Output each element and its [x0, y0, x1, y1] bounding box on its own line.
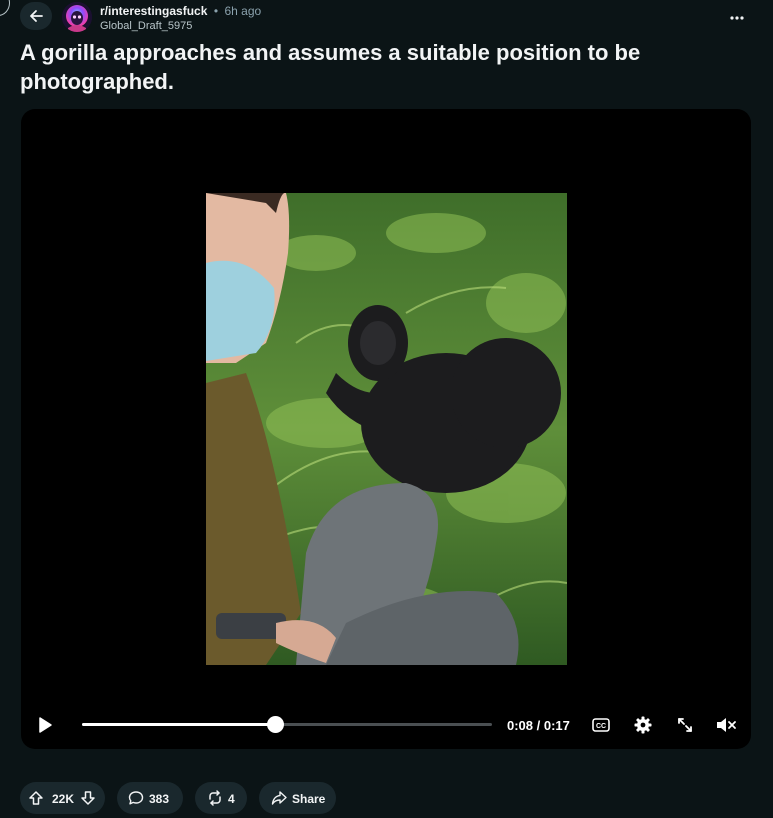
post-header: r/interestingasfuck • 6h ago Global_Draf…: [20, 2, 753, 34]
seek-bar-progress: [82, 723, 275, 726]
cc-label: CC: [596, 723, 606, 730]
arrow-up-icon: [29, 791, 43, 805]
share-button[interactable]: Share: [259, 782, 336, 814]
mute-button[interactable]: [713, 709, 739, 741]
speech-bubble-icon: [128, 791, 144, 805]
video-player[interactable]: 0:08 / 0:17 CC: [21, 109, 751, 749]
more-options-button[interactable]: [721, 6, 753, 30]
vote-count: 22K: [52, 792, 75, 806]
crosspost-count: 4: [228, 792, 235, 806]
arrow-left-icon: [30, 10, 43, 22]
gear-icon: [634, 716, 652, 734]
page-edge-decoration: [0, 0, 10, 16]
play-button[interactable]: [33, 709, 57, 741]
seek-handle[interactable]: [266, 716, 284, 733]
ellipsis-icon: [730, 16, 744, 20]
downvote-button[interactable]: [80, 790, 96, 806]
seek-bar[interactable]: [82, 716, 492, 733]
fullscreen-button[interactable]: [673, 709, 697, 741]
upvote-button[interactable]: [28, 790, 44, 806]
time-display: 0:08 / 0:17: [507, 718, 570, 733]
comments-button[interactable]: 383: [117, 782, 183, 814]
post-title: A gorilla approaches and assumes a suita…: [20, 40, 641, 94]
share-arrow-icon: [271, 791, 287, 805]
crosspost-icon: [209, 790, 221, 806]
speaker-muted-icon: [717, 718, 736, 732]
crosspost-button[interactable]: 4: [195, 782, 247, 814]
post-meta: r/interestingasfuck • 6h ago Global_Draf…: [100, 3, 261, 34]
subreddit-avatar-image: [62, 2, 92, 32]
closed-captions-icon: CC: [592, 718, 610, 732]
settings-button[interactable]: [631, 709, 655, 741]
back-button[interactable]: [20, 2, 52, 30]
expand-icon: [678, 718, 692, 732]
comment-count: 383: [149, 792, 170, 806]
vote-group: 22K: [20, 782, 105, 814]
arrow-down-icon: [81, 791, 95, 805]
captions-button[interactable]: CC: [590, 709, 612, 741]
video-frame: [206, 193, 567, 665]
post-time: 6h ago: [224, 4, 262, 18]
video-controls: 0:08 / 0:17 CC: [21, 709, 751, 741]
play-icon: [39, 717, 52, 733]
author-link[interactable]: Global_Draft_5975: [100, 19, 261, 34]
subreddit-link[interactable]: r/interestingasfuck: [100, 4, 207, 18]
meta-separator: •: [213, 4, 219, 18]
share-label: Share: [292, 792, 326, 806]
subreddit-avatar[interactable]: [62, 2, 92, 32]
